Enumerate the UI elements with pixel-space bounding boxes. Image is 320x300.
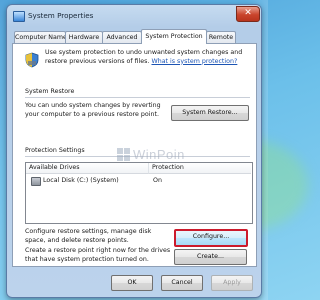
system-restore-heading: System Restore xyxy=(25,88,75,95)
tab-system-protection[interactable]: System Protection xyxy=(141,29,207,44)
cancel-button[interactable]: Cancel xyxy=(161,275,203,291)
drive-name[interactable]: Local Disk (C:) (System) xyxy=(43,176,119,186)
tab-remote[interactable]: Remote xyxy=(206,31,236,43)
what-is-system-protection-link[interactable]: What is system protection? xyxy=(151,58,237,65)
system-restore-divider xyxy=(25,97,250,98)
system-protection-panel: Use system protection to undo unwanted s… xyxy=(12,43,257,267)
drive-protection-status[interactable]: On xyxy=(153,176,162,186)
close-button[interactable]: ✕ xyxy=(236,6,260,22)
tab-advanced[interactable]: Advanced xyxy=(102,31,142,43)
configure-button[interactable]: Configure... xyxy=(174,229,248,247)
tab-computer-name[interactable]: Computer Name xyxy=(14,31,67,43)
create-description: Create a restore point right now for the… xyxy=(25,247,171,263)
column-header-protection[interactable]: Protection xyxy=(149,163,251,174)
window-title: System Properties xyxy=(28,11,94,20)
intro-text-block: Use system protection to undo unwanted s… xyxy=(45,49,251,66)
title-bar[interactable]: System Properties ✕ xyxy=(7,5,261,27)
configure-description: Configure restore settings, manage disk … xyxy=(25,228,152,244)
create-button[interactable]: Create... xyxy=(174,249,247,265)
apply-button[interactable]: Apply xyxy=(211,275,253,291)
watermark-text: WinPoin xyxy=(133,147,185,162)
disk-icon xyxy=(31,177,41,186)
drives-table[interactable]: Available Drives Protection Local Disk (… xyxy=(25,162,253,224)
tab-hardware[interactable]: Hardware xyxy=(65,31,103,43)
system-properties-window: System Properties ✕ Computer Name Hardwa… xyxy=(6,4,262,298)
protection-settings-heading: Protection Settings xyxy=(25,147,85,154)
shield-icon xyxy=(25,52,39,68)
column-header-available-drives[interactable]: Available Drives xyxy=(26,163,149,174)
winpoin-logo-icon xyxy=(117,148,130,161)
system-restore-button[interactable]: System Restore... xyxy=(171,105,249,121)
ok-button[interactable]: OK xyxy=(111,275,153,291)
computer-icon xyxy=(13,11,25,22)
system-restore-description: You can undo system changes by reverting… xyxy=(25,102,161,118)
